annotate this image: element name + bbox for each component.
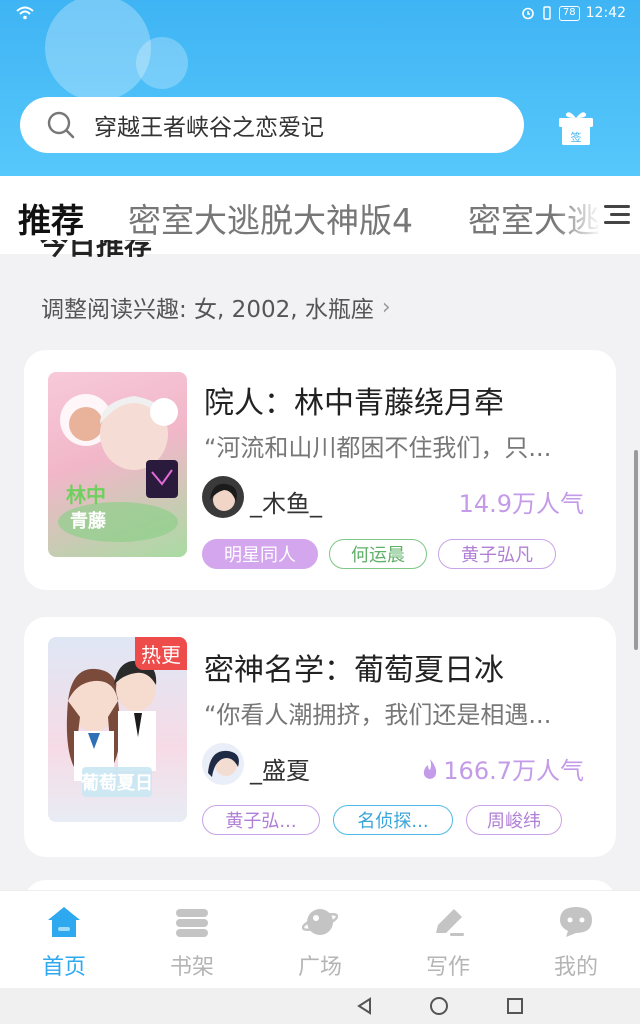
system-nav-bar	[0, 988, 640, 1024]
pen-icon	[436, 909, 464, 936]
tabs-menu-icon[interactable]	[602, 200, 632, 230]
book-title: 院人：林中青藤绕月牵	[204, 386, 504, 421]
bookshelf-icon	[176, 909, 208, 937]
status-bar: 78 12:42	[0, 0, 640, 28]
home-icon	[48, 907, 80, 937]
gift-label: 签	[571, 130, 582, 144]
planet-icon	[301, 909, 339, 935]
svg-text:葡萄夏日: 葡萄夏日	[80, 772, 153, 794]
tag-chip[interactable]: 名侦探...	[333, 805, 453, 835]
author-name[interactable]: _盛夏	[250, 751, 310, 786]
alarm-icon	[522, 7, 534, 20]
bottom-nav: 首页 书架 广场 写作 我的	[0, 890, 640, 988]
recents-icon[interactable]	[506, 997, 524, 1015]
cover-art: 林中 青藤	[58, 394, 178, 542]
chevron-right-icon: ›	[381, 294, 391, 320]
nav-square[interactable]: 广场	[280, 905, 360, 981]
tag-chip[interactable]: 周峻纬	[466, 805, 562, 835]
gift-checkin-icon[interactable]: 签	[556, 108, 596, 146]
book-excerpt: “你看人潮拥挤，我们还是相遇...	[204, 701, 552, 729]
nav-bookshelf[interactable]: 书架	[152, 905, 232, 981]
nav-label: 首页	[41, 955, 86, 980]
nav-label: 写作	[425, 955, 470, 980]
book-cover: 林中 青藤	[48, 372, 187, 557]
tag-chip[interactable]: 黄子弘...	[202, 805, 320, 835]
book-excerpt: “河流和山川都困不住我们，只...	[204, 434, 552, 462]
clock: 12:42	[585, 5, 626, 21]
author-name[interactable]: _木鱼_	[250, 484, 322, 519]
nav-me[interactable]: 我的	[536, 905, 616, 981]
nav-label: 书架	[169, 955, 214, 980]
tab-escape-room-4[interactable]: 密室大逃脱大神版4	[128, 194, 413, 242]
interest-settings-link[interactable]: 调整阅读兴趣: 女, 2002, 水瓶座 ›	[41, 290, 391, 324]
nav-write[interactable]: 写作	[408, 905, 488, 981]
svg-text:林中: 林中	[66, 483, 106, 507]
search-bar[interactable]: 穿越王者峡谷之恋爱记	[20, 97, 524, 153]
nav-label: 我的	[553, 955, 598, 980]
chat-bubble-icon	[560, 907, 592, 937]
nav-label: 广场	[297, 955, 342, 980]
book-card[interactable]: 葡萄夏日 热更 密神名学：葡萄夏日冰 “你看人潮拥挤，我们还是相遇... _盛夏…	[24, 617, 616, 857]
tag-chip[interactable]: 明星同人	[202, 539, 318, 569]
popularity: 166.7万人气	[421, 751, 584, 786]
battery-indicator: 78	[558, 5, 580, 21]
tab-recommend[interactable]: 推荐	[18, 194, 84, 242]
scrollbar[interactable]	[634, 450, 638, 650]
popularity: 14.9万人气	[459, 484, 584, 519]
tag-chip[interactable]: 黄子弘凡	[438, 539, 556, 569]
flame-icon	[424, 758, 437, 779]
tag-chip[interactable]: 何运晨	[329, 539, 427, 569]
popularity-count: 166.7万人气	[443, 757, 584, 785]
nav-home[interactable]: 首页	[24, 905, 104, 981]
author-avatar[interactable]	[202, 743, 244, 785]
svg-text:青藤: 青藤	[70, 510, 107, 532]
header: 78 12:42 穿越王者峡谷之恋爱记 签	[0, 0, 640, 176]
home-circle-icon[interactable]	[429, 996, 449, 1016]
book-card[interactable]: 林中 青藤 院人：林中青藤绕月牵 “河流和山川都困不住我们，只... _木鱼_ …	[24, 350, 616, 590]
interest-text: 调整阅读兴趣: 女, 2002, 水瓶座	[41, 297, 374, 323]
book-title: 密神名学：葡萄夏日冰	[204, 653, 504, 688]
popularity-count: 14.9万人气	[458, 490, 584, 518]
author-avatar[interactable]	[202, 476, 244, 518]
wifi-icon	[16, 6, 34, 20]
book-cover: 葡萄夏日 热更	[48, 637, 187, 822]
section-title: 今日推荐	[40, 240, 153, 260]
hot-update-badge: 热更	[135, 637, 187, 670]
back-icon[interactable]	[356, 997, 372, 1015]
search-icon	[47, 111, 75, 139]
vibrate-icon	[543, 6, 551, 20]
search-placeholder: 穿越王者峡谷之恋爱记	[94, 115, 324, 141]
decor-bubble	[136, 37, 188, 89]
